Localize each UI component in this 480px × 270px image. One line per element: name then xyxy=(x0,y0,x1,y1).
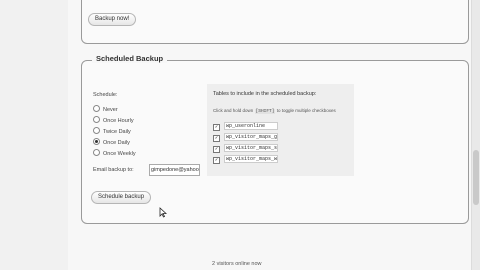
table-option-row[interactable]: ✓ wp_visitor_maps_st xyxy=(213,144,278,154)
checkbox-checked[interactable]: ✓ xyxy=(213,135,220,143)
radio-button[interactable] xyxy=(93,149,100,157)
table-name: wp_useronline xyxy=(224,122,278,130)
visitors-online-text: 2 visitors online now xyxy=(212,261,262,267)
schedule-backup-button[interactable]: Schedule backup xyxy=(91,191,152,204)
table-name: wp_visitor_maps_ge xyxy=(224,133,278,141)
schedule-label: Schedule: xyxy=(93,92,118,98)
schedule-option-never[interactable]: Never xyxy=(93,105,118,114)
schedule-option-once-daily[interactable]: Once Daily xyxy=(93,138,130,147)
schedule-option-once-weekly[interactable]: Once Weekly xyxy=(93,149,136,158)
table-option-row[interactable]: ✓ wp_visitor_maps_ge xyxy=(213,133,278,143)
checkbox-checked[interactable]: ✓ xyxy=(213,124,220,132)
radio-button[interactable] xyxy=(93,127,100,135)
table-name: wp_visitor_maps_st xyxy=(224,144,278,152)
tables-hint-pre: Click and hold down xyxy=(213,108,254,113)
vertical-scrollbar[interactable] xyxy=(471,0,480,270)
checkbox-checked[interactable]: ✓ xyxy=(213,146,220,154)
table-name: wp_visitor_maps_wo xyxy=(224,155,278,163)
scrollbar-thumb[interactable] xyxy=(473,150,479,205)
schedule-option-twice-daily[interactable]: Twice Daily xyxy=(93,127,131,136)
schedule-option-label: Never xyxy=(103,107,118,113)
table-option-row[interactable]: ✓ wp_useronline xyxy=(213,122,278,132)
schedule-option-label: Once Daily xyxy=(103,140,130,146)
table-option-row[interactable]: ✓ wp_visitor_maps_wo xyxy=(213,155,278,165)
checkbox-checked[interactable]: ✓ xyxy=(213,157,220,165)
tables-title: Tables to include in the scheduled backu… xyxy=(213,91,317,97)
tables-hint: Click and hold down [SHIFT] to toggle mu… xyxy=(213,108,336,114)
shift-key-hint: [SHIFT] xyxy=(254,109,276,114)
scheduled-backup-legend: Scheduled Backup xyxy=(92,54,168,63)
email-backup-input[interactable]: gimpedone@yahoo.ca xyxy=(149,164,200,176)
schedule-option-label: Once Weekly xyxy=(103,151,136,157)
text-cursor-icon xyxy=(159,207,167,218)
email-backup-label: Email backup to: xyxy=(93,167,134,173)
schedule-option-label: Twice Daily xyxy=(103,129,131,135)
backup-now-section xyxy=(81,0,469,44)
radio-button[interactable] xyxy=(93,105,100,113)
radio-button-selected[interactable] xyxy=(93,138,100,146)
schedule-option-label: Once Hourly xyxy=(103,118,134,124)
tables-hint-post: to toggle multiple checkboxes xyxy=(276,108,336,113)
schedule-option-once-hourly[interactable]: Once Hourly xyxy=(93,116,134,125)
backup-now-button[interactable]: Backup now! xyxy=(88,13,137,26)
radio-button[interactable] xyxy=(93,116,100,124)
